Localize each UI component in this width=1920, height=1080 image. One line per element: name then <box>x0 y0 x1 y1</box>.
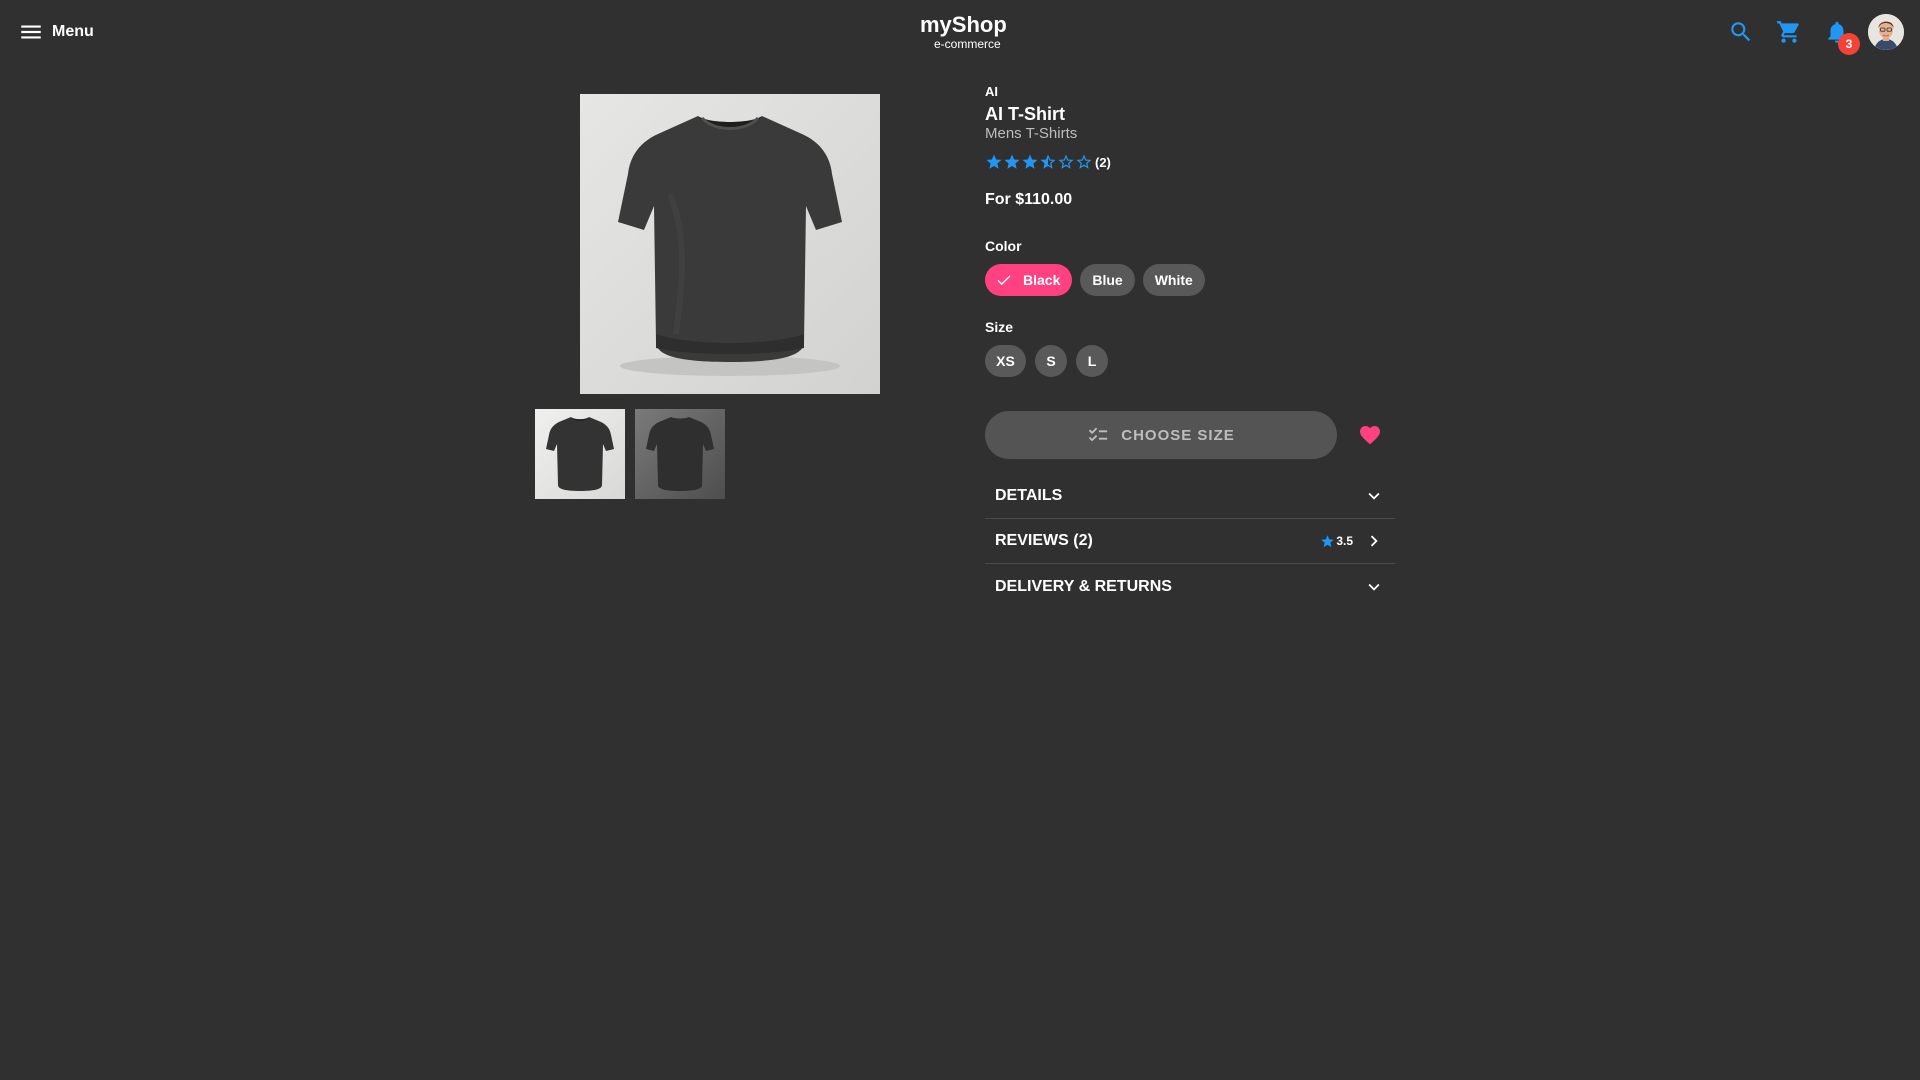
reviews-rating-value: 3.5 <box>1336 534 1353 548</box>
thumbnail-back-image <box>646 417 714 491</box>
tshirt-image <box>618 116 842 376</box>
color-chip-label: Black <box>1023 272 1061 288</box>
search-icon <box>1731 22 1751 42</box>
size-chip-xs[interactable]: XS <box>985 345 1026 377</box>
brand-logo[interactable]: myShop e-commerce <box>920 12 1040 52</box>
color-label: Color <box>985 238 1022 254</box>
chevron-down-icon <box>1363 576 1385 598</box>
brand-subtitle: e-commerce <box>934 37 1001 51</box>
details-row[interactable]: DETAILS <box>985 474 1395 519</box>
cart-button[interactable] <box>1775 18 1803 46</box>
thumbnail-back[interactable] <box>635 409 725 499</box>
check-icon <box>997 275 1011 286</box>
reviews-row[interactable]: REVIEWS (2) 3.5 <box>985 519 1395 564</box>
product-brand: AI <box>985 84 998 99</box>
product-price: For $110.00 <box>985 191 1073 208</box>
choose-size-button[interactable]: CHOOSE SIZE <box>985 411 1337 459</box>
action-row: CHOOSE SIZE <box>985 411 1395 459</box>
product-accordion: DETAILS REVIEWS (2) 3.5 DELIVERY & RETUR… <box>985 474 1395 609</box>
star-full-icon <box>1022 154 1038 169</box>
avatar-image <box>1868 14 1904 50</box>
star-half-icon <box>1040 154 1056 169</box>
color-chip-label: Blue <box>1092 272 1123 288</box>
choose-size-label: CHOOSE SIZE <box>1121 426 1235 444</box>
details-title: DETAILS <box>995 487 1063 504</box>
heart-icon <box>1360 426 1380 445</box>
menu-label: Menu <box>52 23 94 40</box>
delivery-returns-title: DELIVERY & RETURNS <box>995 577 1172 595</box>
color-options: Black Blue White <box>985 264 1395 296</box>
size-chip-s[interactable]: S <box>1035 345 1067 377</box>
size-label: Size <box>985 319 1014 335</box>
product-main-image[interactable] <box>580 94 880 394</box>
rating-row[interactable]: (2) <box>985 153 1395 171</box>
search-button[interactable] <box>1727 18 1755 46</box>
delivery-returns-row[interactable]: DELIVERY & RETURNS <box>985 564 1395 609</box>
user-avatar[interactable] <box>1868 14 1904 50</box>
star-full-icon <box>986 154 1002 169</box>
top-app-bar: Menu myShop e-commerce 3 <box>0 0 1920 64</box>
size-chip-label: XS <box>996 353 1015 369</box>
brand-name: myShop <box>920 12 1007 37</box>
menu-icon <box>21 25 41 39</box>
chevron-down-icon <box>1363 485 1385 507</box>
favorite-button[interactable] <box>1357 422 1383 448</box>
color-chip-label: White <box>1154 272 1193 288</box>
product-title: AI T-Shirt <box>985 104 1065 124</box>
color-chip-white[interactable]: White <box>1142 264 1205 296</box>
notification-badge: 3 <box>1838 33 1860 55</box>
star-full-icon <box>1004 154 1020 169</box>
star-empty-icon <box>1058 154 1074 169</box>
reviews-title: REVIEWS (2) <box>995 532 1093 549</box>
star-full-icon <box>1321 534 1335 547</box>
size-options: XS S L <box>985 345 1395 377</box>
size-chip-l[interactable]: L <box>1076 345 1108 377</box>
size-chip-label: S <box>1046 353 1056 369</box>
chevron-right-icon <box>1363 530 1385 552</box>
star-empty-icon <box>1076 154 1092 169</box>
product-category: Mens T-Shirts <box>985 125 1078 142</box>
checklist-icon <box>1089 427 1108 442</box>
rating-stars <box>985 153 1093 171</box>
reviews-rating: 3.5 <box>1320 534 1353 549</box>
rating-count: (2) <box>1095 154 1111 170</box>
color-chip-blue[interactable]: Blue <box>1080 264 1135 296</box>
menu-button[interactable]: Menu <box>18 16 94 48</box>
cart-icon <box>1777 21 1799 43</box>
thumbnail-front-image <box>546 417 614 491</box>
size-chip-label: L <box>1087 353 1097 369</box>
thumbnail-front[interactable] <box>535 409 625 499</box>
color-chip-black[interactable]: Black <box>985 264 1073 296</box>
product-info: AI AI T-Shirt Mens T-Shirts (2) For $110… <box>985 84 1395 609</box>
